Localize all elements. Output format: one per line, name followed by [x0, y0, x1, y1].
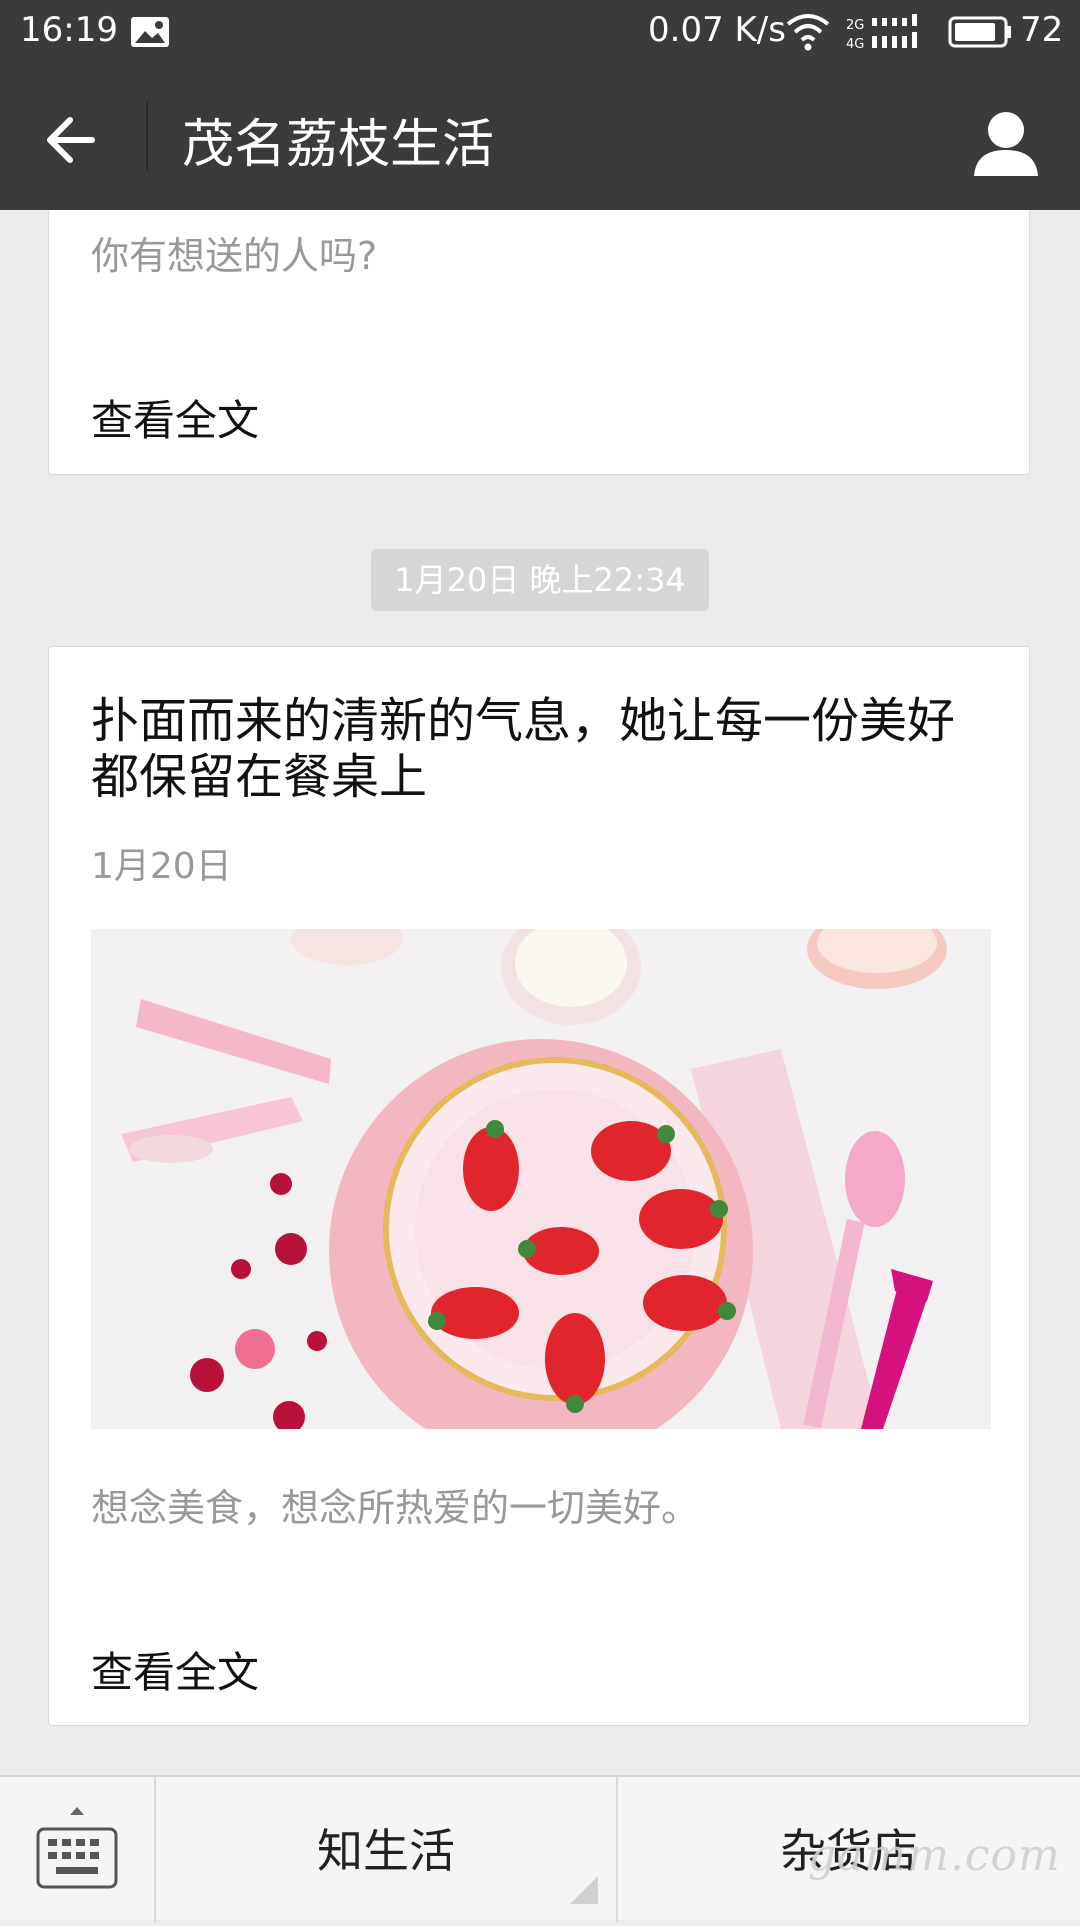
article-date: 1月20日	[91, 846, 232, 887]
person-icon	[974, 112, 1038, 176]
status-time: 16:19	[20, 10, 118, 50]
read-more-link[interactable]: 查看全文	[49, 1623, 1029, 1713]
battery-icon	[948, 16, 1011, 48]
back-button[interactable]	[30, 100, 114, 184]
article-summary: 想念美食，想念所热爱的一切美好。	[91, 1486, 700, 1530]
svg-text:4G: 4G	[846, 37, 864, 52]
submenu-indicator-icon	[570, 1876, 598, 1904]
keyboard-toggle-button[interactable]	[0, 1777, 154, 1922]
cellular-2g-4g-icon: 2G 4G	[846, 14, 917, 52]
watermark: gamm.com	[808, 1830, 1061, 1881]
title-bar: 茂名荔枝生活	[0, 64, 1080, 210]
message-list[interactable]: 你有想送的人吗? 查看全文 1月20日 晚上22:34 扑面而来的清新的气息，她…	[0, 210, 1080, 1775]
status-bar: 16:19 0.07 K/s 2G 4G 72	[0, 0, 1080, 64]
page-title: 茂名荔枝生活	[182, 115, 495, 175]
article-card[interactable]: 你有想送的人吗? 查看全文	[48, 210, 1030, 475]
menu-item-zhishenghuo[interactable]: 知生活	[156, 1777, 616, 1922]
menu-item-label: 知生活	[317, 1824, 455, 1878]
image-notification-icon	[131, 17, 169, 47]
keyboard-icon	[36, 1807, 118, 1889]
article-headline[interactable]: 扑面而来的清新的气息，她让每一份美好都保留在餐桌上	[91, 693, 991, 805]
message-timestamp: 1月20日 晚上22:34	[371, 549, 709, 611]
article-cover-image[interactable]	[91, 929, 991, 1429]
title-divider	[146, 102, 148, 170]
arrow-left-icon	[47, 117, 95, 163]
profile-button[interactable]	[966, 102, 1046, 182]
wifi-icon	[786, 14, 830, 51]
read-more-link[interactable]: 查看全文	[49, 371, 1029, 461]
network-speed: 0.07 K/s	[648, 10, 786, 50]
article-summary: 你有想送的人吗?	[91, 234, 378, 278]
svg-text:2G: 2G	[846, 18, 864, 33]
article-card[interactable]: 扑面而来的清新的气息，她让每一份美好都保留在餐桌上 1月20日 想念美食，想念所…	[48, 646, 1030, 1726]
battery-level: 72	[1020, 10, 1064, 50]
read-more-label: 查看全文	[91, 396, 260, 445]
read-more-label: 查看全文	[91, 1648, 260, 1697]
